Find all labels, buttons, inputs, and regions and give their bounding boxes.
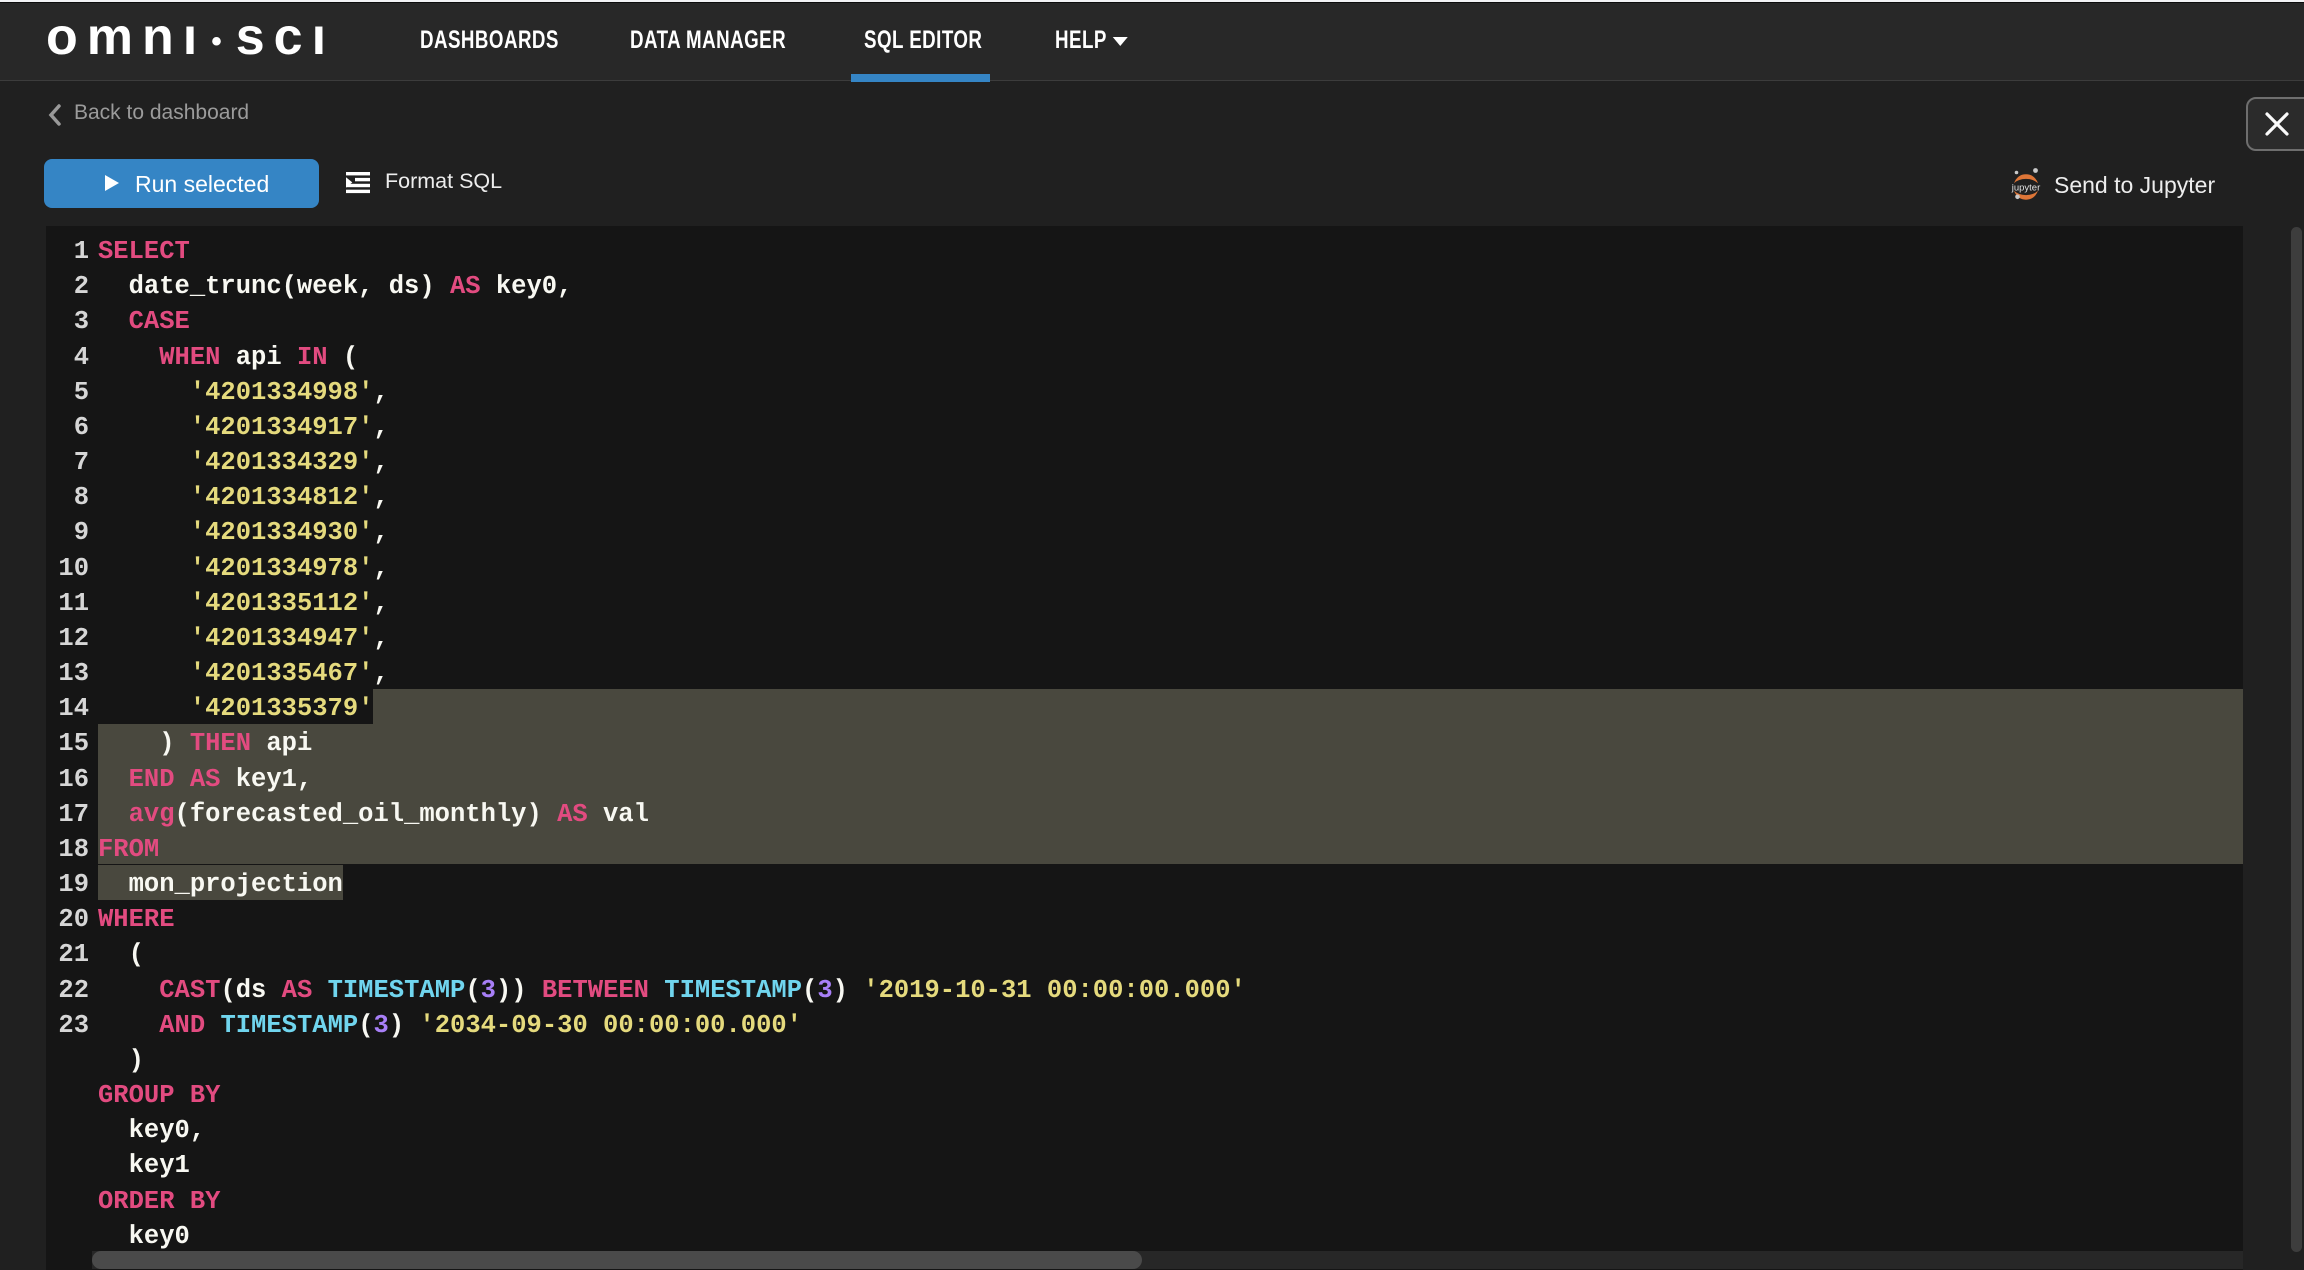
- svg-text:jupyter: jupyter: [2011, 183, 2041, 194]
